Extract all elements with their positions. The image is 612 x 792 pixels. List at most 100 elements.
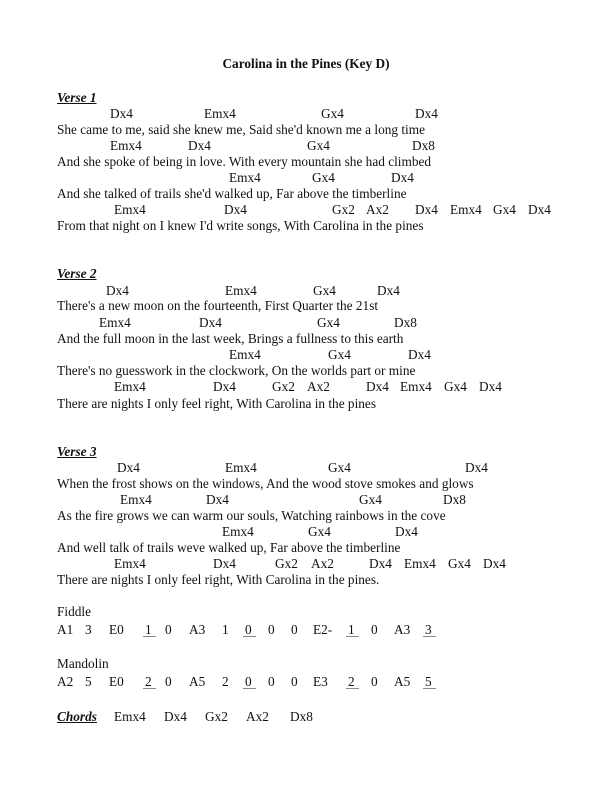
chord: Dx4 <box>106 283 129 298</box>
chord: Dx4 <box>369 556 392 571</box>
chord: Dx4 <box>117 460 140 475</box>
lyric-line: There are nights I only feel right, With… <box>57 396 376 411</box>
chord: Dx8 <box>412 138 435 153</box>
tab-note: 0 <box>291 674 298 689</box>
chord: Emx4 <box>99 315 131 330</box>
tab-note: 1 <box>222 622 229 637</box>
tab-note: E0 <box>109 622 124 637</box>
chord: Gx4 <box>307 138 330 153</box>
chord: Gx2 <box>275 556 298 571</box>
chord: Gx4 <box>359 492 382 507</box>
chord: Gx4 <box>308 524 331 539</box>
chord: Dx4 <box>199 315 222 330</box>
chord: Emx4 <box>204 106 236 121</box>
chord: Emx4 <box>229 170 261 185</box>
tab-note: 2 <box>222 674 229 689</box>
tab-note: 0 <box>291 622 298 637</box>
tab-note-underlined: 1 <box>143 622 156 637</box>
tab-note: E2- <box>313 622 333 637</box>
tab-note-underlined: 2 <box>143 674 156 689</box>
tab-note-underlined: 0 <box>243 674 256 689</box>
tab-note: 0 <box>268 622 275 637</box>
tab-note: 0 <box>165 674 172 689</box>
chord: Emx4 <box>114 379 146 394</box>
chord: Emx4 <box>225 460 257 475</box>
lyric-line: There's no guesswork in the clockwork, O… <box>57 363 416 378</box>
chord: Dx4 <box>377 283 400 298</box>
chord: Emx4 <box>404 556 436 571</box>
fiddle-label: Fiddle <box>57 604 91 619</box>
chord: Dx4 <box>479 379 502 394</box>
lyric-line: From that night on I knew I'd write song… <box>57 218 424 233</box>
chord: Dx4 <box>395 524 418 539</box>
verse-heading: Verse 3 <box>57 444 97 459</box>
tab-note-underlined: 0 <box>243 622 256 637</box>
tab-note: 0 <box>268 674 275 689</box>
chord: Emx4 <box>114 556 146 571</box>
chord: Emx4 <box>110 138 142 153</box>
chords-heading: Chords <box>57 709 97 724</box>
chord: Dx4 <box>415 202 438 217</box>
chord: Emx4 <box>120 492 152 507</box>
tab-note: A5 <box>189 674 206 689</box>
tab-note: A2 <box>57 674 74 689</box>
chord: Emx4 <box>400 379 432 394</box>
chord: Gx4 <box>312 170 335 185</box>
lyric-line: As the fire grows we can warm our souls,… <box>57 508 446 523</box>
lyric-line: And the full moon in the last week, Brin… <box>57 331 404 346</box>
tab-note: 5 <box>85 674 92 689</box>
chord: Dx8 <box>394 315 417 330</box>
lyric-line: There are nights I only feel right, With… <box>57 572 380 587</box>
lyric-line: There's a new moon on the fourteenth, Fi… <box>57 298 379 313</box>
chord: Dx4 <box>528 202 551 217</box>
tab-note: E3 <box>313 674 328 689</box>
chord: Dx4 <box>366 379 389 394</box>
chord: Gx4 <box>328 347 351 362</box>
chord: Gx4 <box>444 379 467 394</box>
chord: Dx8 <box>290 709 313 724</box>
chord: Gx4 <box>493 202 516 217</box>
chord: Dx4 <box>224 202 247 217</box>
tab-note: 0 <box>165 622 172 637</box>
chord: Emx4 <box>229 347 261 362</box>
chord: Ax2 <box>366 202 389 217</box>
tab-note-underlined: 5 <box>423 674 436 689</box>
tab-note: A3 <box>394 622 411 637</box>
tab-note: 0 <box>371 622 378 637</box>
tab-note-underlined: 1 <box>346 622 359 637</box>
chord: Gx2 <box>205 709 228 724</box>
lyric-line: And she talked of trails she'd walked up… <box>57 186 407 201</box>
chord: Dx4 <box>213 379 236 394</box>
chord: Dx4 <box>213 556 236 571</box>
chord: Emx4 <box>114 709 146 724</box>
tab-note: A3 <box>189 622 206 637</box>
tab-note-underlined: 3 <box>423 622 436 637</box>
chord: Emx4 <box>114 202 146 217</box>
mandolin-label: Mandolin <box>57 656 109 671</box>
chord: Gx2 <box>332 202 355 217</box>
chord: Gx4 <box>328 460 351 475</box>
chord: Dx4 <box>164 709 187 724</box>
tab-note: A1 <box>57 622 74 637</box>
chord: Ax2 <box>246 709 269 724</box>
lyric-line: And she spoke of being in love. With eve… <box>57 154 432 169</box>
chord: Dx4 <box>206 492 229 507</box>
chord: Dx4 <box>415 106 438 121</box>
chord: Dx4 <box>408 347 431 362</box>
chord: Gx4 <box>313 283 336 298</box>
chord: Dx4 <box>391 170 414 185</box>
fiddle-tab: A1 3 E0 1 0 A3 1 0 0 0 E2- 1 0 A3 3 <box>0 622 612 638</box>
lyric-line: She came to me, said she knew me, Said s… <box>57 122 425 137</box>
tab-note-underlined: 2 <box>346 674 359 689</box>
tab-note: 0 <box>371 674 378 689</box>
chord: Emx4 <box>450 202 482 217</box>
mandolin-tab: A2 5 E0 2 0 A5 2 0 0 0 E3 2 0 A5 5 <box>0 674 612 690</box>
chord: Emx4 <box>222 524 254 539</box>
chord: Dx4 <box>188 138 211 153</box>
chord: Dx4 <box>110 106 133 121</box>
chord: Gx4 <box>448 556 471 571</box>
chord: Emx4 <box>225 283 257 298</box>
chord: Ax2 <box>307 379 330 394</box>
lyric-line: When the frost shows on the windows, And… <box>57 476 474 491</box>
verse-heading: Verse 1 <box>57 90 97 105</box>
